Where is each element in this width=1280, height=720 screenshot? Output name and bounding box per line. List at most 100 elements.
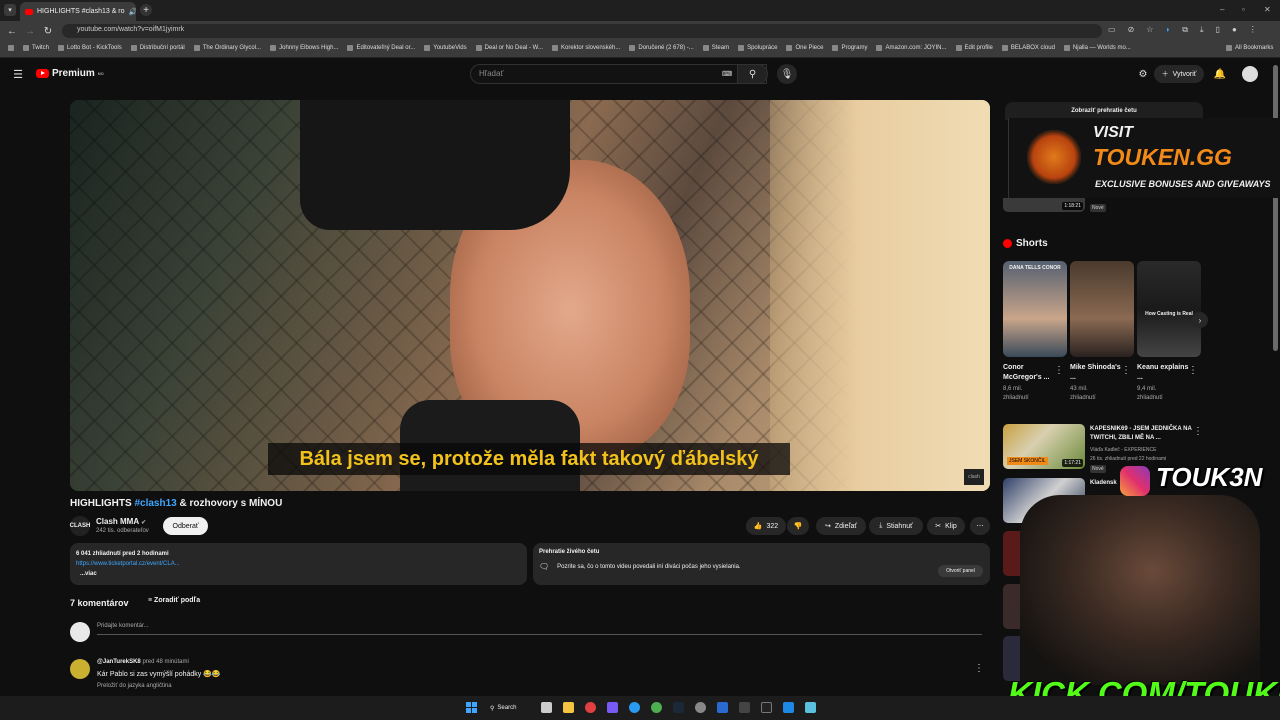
new-tab-button[interactable]: + bbox=[140, 4, 152, 16]
terminal-icon[interactable] bbox=[761, 702, 772, 713]
bookmark-item[interactable]: Programy bbox=[832, 45, 867, 51]
description-box[interactable]: 6 041 zhliadnutí pred 2 hodinami https:/… bbox=[70, 543, 527, 585]
close-window-icon[interactable]: ✕ bbox=[1264, 5, 1271, 14]
commenter-avatar[interactable] bbox=[70, 659, 90, 679]
steam-icon[interactable] bbox=[673, 702, 684, 713]
comment-menu-icon[interactable]: ⋮ bbox=[974, 663, 984, 674]
video-player[interactable]: Bála jsem se, protože měla fakt takový ď… bbox=[70, 100, 990, 491]
notifications-bell-icon[interactable]: 🔔 bbox=[1214, 68, 1226, 80]
short-title-3[interactable]: Keanu explains ... bbox=[1137, 363, 1191, 383]
voice-search-button[interactable]: 🎙 bbox=[777, 64, 797, 84]
bookmark-item[interactable]: BELABOX cloud bbox=[1001, 45, 1055, 51]
search-button[interactable]: ⚲ bbox=[737, 64, 768, 84]
short-menu-icon-1[interactable]: ⋮ bbox=[1054, 365, 1064, 376]
description-more[interactable]: ...viac bbox=[76, 569, 521, 579]
extension-audio-icon[interactable]: ◗ bbox=[1165, 25, 1170, 35]
bookmark-item[interactable]: Amazon.com: JOYIN... bbox=[876, 45, 947, 51]
app-icon-red[interactable] bbox=[585, 702, 596, 713]
windows-start-icon[interactable] bbox=[466, 702, 477, 713]
hamburger-menu-icon[interactable]: ☰ bbox=[12, 68, 24, 81]
related-menu-icon-1[interactable]: ⋮ bbox=[1193, 426, 1203, 437]
hashtag-link[interactable]: #clash13 bbox=[134, 498, 176, 509]
short-menu-icon-3[interactable]: ⋮ bbox=[1188, 365, 1198, 376]
app-icon-azure[interactable] bbox=[783, 702, 794, 713]
shorts-next-button[interactable]: › bbox=[1192, 312, 1208, 328]
task-view-icon[interactable] bbox=[541, 702, 552, 713]
star-icon[interactable]: ☆ bbox=[1146, 25, 1153, 35]
cast-gear-icon[interactable]: ⚙ bbox=[1137, 68, 1149, 80]
bookmark-item[interactable]: Steam bbox=[702, 45, 729, 51]
download-button[interactable]: ⤓ Stiahnuť bbox=[869, 517, 923, 535]
bookmark-item[interactable]: Lotto Bot - KickTools bbox=[58, 45, 122, 51]
more-actions-button[interactable]: ⋯ bbox=[970, 517, 990, 535]
channel-avatar[interactable]: CLASH bbox=[70, 516, 90, 536]
keyboard-icon[interactable]: ⌨ bbox=[722, 69, 732, 79]
maximize-icon[interactable]: ▫ bbox=[1242, 5, 1245, 14]
bookmark-item[interactable]: YoutubeVids bbox=[424, 45, 467, 51]
account-avatar[interactable] bbox=[1242, 66, 1258, 82]
bookmark-item[interactable]: The Ordinary Glycol... bbox=[193, 45, 261, 51]
discord-icon[interactable] bbox=[607, 702, 618, 713]
bookmark-item[interactable]: Edit profile bbox=[955, 45, 993, 51]
apps-icon[interactable] bbox=[8, 45, 14, 51]
related-channel-1[interactable]: Vláďa Kadleč - EXPERIENCE bbox=[1090, 446, 1200, 454]
short-menu-icon-2[interactable]: ⋮ bbox=[1121, 365, 1131, 376]
share-button[interactable]: ↪ Zdieľať bbox=[816, 517, 866, 535]
obs-icon[interactable] bbox=[695, 702, 706, 713]
bookmark-item[interactable]: Deal or No Deal - W... bbox=[475, 45, 543, 51]
minimize-icon[interactable]: – bbox=[1220, 5, 1224, 14]
short-thumb-3[interactable]: How Casting is Real bbox=[1137, 261, 1201, 357]
create-button[interactable]: ＋ Vytvoriť bbox=[1154, 65, 1204, 83]
bookmark-item[interactable]: Distribuční portál bbox=[130, 45, 185, 51]
bookmark-item[interactable]: Njalla — Worlds mo... bbox=[1063, 45, 1131, 51]
profile-icon[interactable]: ● bbox=[1232, 25, 1237, 35]
tab-audio-icon[interactable]: 🔊 bbox=[129, 8, 136, 16]
sidebar-icon[interactable]: ▯ bbox=[1216, 25, 1220, 35]
eye-off-icon[interactable]: ⊘ bbox=[1128, 25, 1135, 35]
browser-tab-active[interactable]: HIGHLIGHTS #clash13 & ro 🔊 ✕ bbox=[20, 2, 136, 21]
description-link[interactable]: https://www.ticketportal.cz/event/CLA... bbox=[76, 559, 521, 569]
channel-name[interactable]: Clash MMA ✔ bbox=[96, 517, 146, 526]
short-thumb-1[interactable]: DANA TELLS CONOR bbox=[1003, 261, 1067, 357]
file-explorer-icon[interactable] bbox=[563, 702, 574, 713]
bookmark-item[interactable]: Twitch bbox=[23, 45, 49, 51]
add-comment-input[interactable]: Pridajte komentár... bbox=[97, 623, 149, 629]
sort-comments-button[interactable]: ≡ Zoradiť podľa bbox=[148, 597, 200, 604]
related-thumb-1[interactable]: JSEM SKONČIL 1:17:21 bbox=[1003, 424, 1085, 469]
like-button[interactable]: 👍 322 bbox=[746, 517, 786, 535]
edge-icon[interactable] bbox=[629, 702, 640, 713]
page-scrollbar[interactable] bbox=[1273, 65, 1278, 351]
app-icon-blue[interactable] bbox=[717, 702, 728, 713]
bookmark-item[interactable]: Korektor slovenskéh... bbox=[552, 45, 620, 51]
url-field[interactable]: youtube.com/watch?v=oifM1jyimrk bbox=[62, 24, 1102, 38]
short-thumb-2[interactable] bbox=[1070, 261, 1134, 357]
bookmark-item[interactable]: Spolupráce bbox=[738, 45, 777, 51]
chrome-icon[interactable] bbox=[651, 702, 662, 713]
bookmark-item[interactable]: Johnny Elbows High... bbox=[270, 45, 338, 51]
youtube-logo[interactable]: Premium NO bbox=[36, 68, 104, 79]
subscribe-button[interactable]: Odberať bbox=[163, 517, 208, 535]
open-panel-button[interactable]: Otvoriť panel bbox=[938, 565, 983, 577]
cast-icon[interactable]: ▭ bbox=[1108, 25, 1116, 35]
tab-search-button[interactable]: ▾ bbox=[4, 4, 16, 16]
download-icon[interactable]: ⤓ bbox=[1200, 25, 1204, 35]
comment-author[interactable]: @JanTurekSK8 pred 48 minútami bbox=[97, 659, 189, 665]
translate-link[interactable]: Preložiť do jazyka angličtina bbox=[97, 683, 172, 689]
clip-button[interactable]: ✂ Klip bbox=[927, 517, 965, 535]
bookmark-item[interactable]: Editovateľný Deal or... bbox=[347, 45, 415, 51]
reload-icon[interactable]: ↻ bbox=[42, 25, 54, 37]
taskbar-search[interactable]: ⚲ Search bbox=[490, 700, 538, 716]
bookmark-item[interactable]: One Piece bbox=[786, 45, 823, 51]
back-icon[interactable]: ← bbox=[6, 25, 18, 37]
related-thumb-partial[interactable]: 1:18:21 bbox=[1003, 198, 1085, 212]
short-title-2[interactable]: Mike Shinoda's ... bbox=[1070, 363, 1124, 383]
bookmark-item[interactable]: Doručené (2 678) -... bbox=[629, 45, 694, 51]
forward-icon[interactable]: → bbox=[24, 25, 36, 37]
menu-icon[interactable]: ⋮ bbox=[1249, 25, 1257, 35]
short-title-1[interactable]: Conor McGregor's ... bbox=[1003, 363, 1057, 383]
extension-icon[interactable]: ⧉ bbox=[1182, 25, 1188, 35]
dislike-button[interactable]: 👎 bbox=[787, 517, 809, 535]
app-icon-dark[interactable] bbox=[739, 702, 750, 713]
all-bookmarks[interactable]: All Bookmarks bbox=[1226, 45, 1273, 51]
related-title-1[interactable]: KAPESNIK69 - JSEM JEDNIČKA NA TWITCHI, Z… bbox=[1090, 425, 1200, 443]
